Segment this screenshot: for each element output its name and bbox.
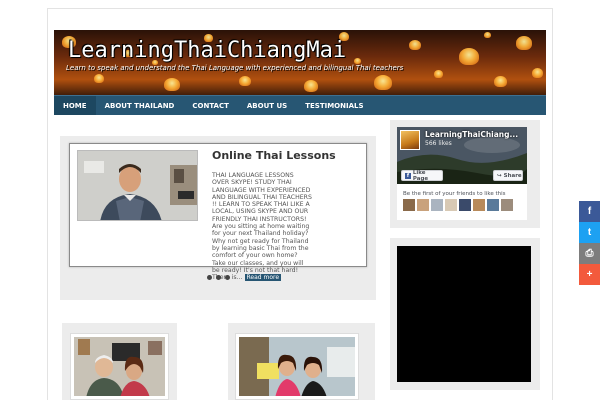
floating-share-bar: f t ⎙ + (579, 201, 600, 285)
read-more-link[interactable]: Read more (244, 274, 282, 282)
friend-avatar[interactable] (431, 199, 443, 211)
slider-dot-1[interactable] (207, 275, 212, 280)
friend-avatar[interactable] (403, 199, 415, 211)
friend-avatar[interactable] (487, 199, 499, 211)
friend-avatar[interactable] (445, 199, 457, 211)
slide-excerpt-body: Are you sitting at home waiting for your… (212, 223, 310, 282)
nav-item-testimonials[interactable]: TESTIMONIALS (296, 96, 372, 115)
nav-item-about-us[interactable]: ABOUT US (238, 96, 296, 115)
post-thumbnail-left[interactable] (70, 333, 169, 400)
share-arrow-icon: ↪ (497, 172, 502, 179)
share-more-icon[interactable]: + (579, 264, 600, 285)
share-print-icon[interactable]: ⎙ (579, 243, 600, 264)
slide-photo-teacher[interactable] (77, 150, 198, 221)
site-banner[interactable]: LearningThaiChiangMai Learn to speak and… (54, 30, 546, 96)
post-thumbnail-right[interactable] (235, 333, 359, 400)
nav-item-contact[interactable]: CONTACT (183, 96, 238, 115)
site-logo-text[interactable]: LearningThaiChiangMai (68, 38, 346, 63)
friend-avatar[interactable] (417, 199, 429, 211)
friend-avatar[interactable] (473, 199, 485, 211)
facebook-page-name[interactable]: LearningThaiChiang... (425, 130, 518, 139)
facebook-friends-text: Be the first of your friends to like thi… (403, 191, 506, 197)
slider-dot-3[interactable] (225, 275, 230, 280)
facebook-share-button[interactable]: ↪ Share (493, 170, 523, 181)
facebook-like-page-button[interactable]: f Like Page (401, 169, 443, 182)
video-player[interactable] (397, 246, 531, 382)
friend-avatar[interactable] (459, 199, 471, 211)
slide-excerpt-intro: THAI LANGUAGE LESSONS OVER SKYPE! STUDY … (212, 172, 312, 223)
share-twitter-icon[interactable]: t (579, 222, 600, 243)
facebook-like-count: 566 likes (425, 140, 452, 147)
nav-item-about-thailand[interactable]: ABOUT THAILAND (96, 96, 184, 115)
facebook-friend-faces (403, 199, 513, 211)
main-navigation: HOME ABOUT THAILAND CONTACT ABOUT US TES… (54, 95, 546, 115)
slider-dot-2[interactable] (216, 275, 221, 280)
share-facebook-icon[interactable]: f (579, 201, 600, 222)
facebook-page-thumbnail[interactable] (400, 130, 420, 150)
nav-item-home[interactable]: HOME (54, 96, 96, 115)
friend-avatar[interactable] (501, 199, 513, 211)
slide-title[interactable]: Online Thai Lessons (212, 149, 362, 162)
facebook-f-icon: f (405, 172, 411, 179)
slide-excerpt: THAI LANGUAGE LESSONS OVER SKYPE! STUDY … (212, 172, 312, 282)
share-label: Share (503, 172, 522, 179)
site-tagline: Learn to speak and understand the Thai L… (66, 64, 404, 72)
slider-pagination (207, 275, 230, 280)
like-page-label: Like Page (412, 169, 429, 182)
